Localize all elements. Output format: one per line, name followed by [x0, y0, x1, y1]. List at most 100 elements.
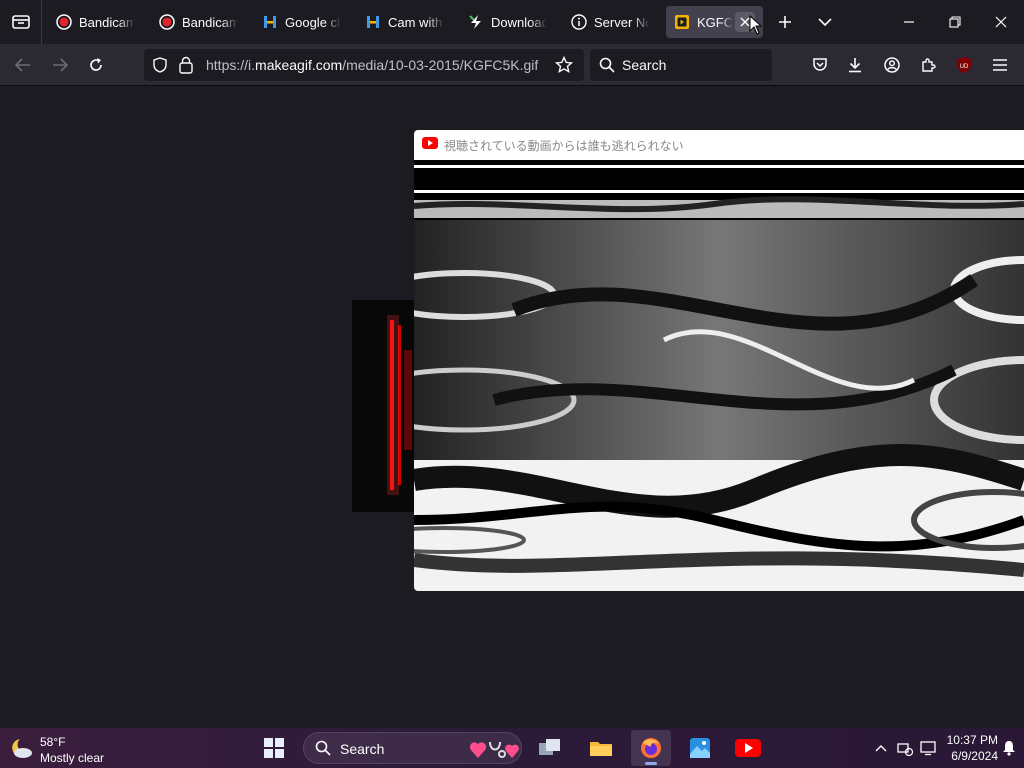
navigation-toolbar: https://i.makeagif.com/media/10-03-2015/… — [0, 44, 1024, 86]
new-tab-button[interactable] — [771, 8, 799, 36]
search-icon — [315, 740, 331, 761]
minimize-button[interactable] — [886, 0, 932, 44]
video-title-bar: 視聴されている動画からは誰も逃れられない — [414, 130, 1024, 160]
tab-bandicam-1[interactable]: Bandicam — [48, 6, 148, 38]
url-text[interactable]: https://i.makeagif.com/media/10-03-2015/… — [206, 57, 538, 73]
lightning-icon — [468, 14, 484, 30]
tab-title: Server Not — [594, 14, 650, 30]
app-menu-button[interactable] — [985, 50, 1015, 80]
puzzle-icon — [922, 58, 936, 72]
task-view-button[interactable] — [530, 730, 570, 766]
firefox-view-icon — [11, 15, 30, 29]
tab-title: Download — [491, 14, 547, 30]
gif-side-frame — [352, 300, 416, 512]
taskbar-search-box[interactable]: Search — [303, 732, 522, 764]
chevron-down-icon — [818, 18, 832, 27]
search-bar[interactable]: Search — [590, 49, 772, 81]
tracking-protection-shield-icon[interactable] — [152, 57, 168, 78]
folder-icon — [590, 742, 612, 756]
ublock-origin-button[interactable]: UD — [949, 50, 979, 80]
account-button[interactable] — [877, 50, 907, 80]
tab-server-not-found[interactable]: Server Not — [563, 6, 663, 38]
network-status-button[interactable] — [896, 728, 914, 768]
taskbar: 58°F Mostly clear Search 10:37 PM 6/9/20… — [0, 728, 1024, 768]
firefox-taskbar-button[interactable] — [631, 730, 671, 766]
info-icon — [571, 14, 587, 30]
video-frame[interactable] — [414, 160, 1024, 591]
start-button[interactable] — [254, 730, 294, 766]
youtube-icon — [422, 136, 438, 154]
bookmark-star-button[interactable] — [554, 55, 574, 79]
clock-date: 6/9/2024 — [951, 749, 998, 763]
pocket-icon — [813, 58, 827, 71]
photos-icon — [690, 738, 710, 758]
minimize-icon — [904, 21, 914, 23]
tab-google-ch[interactable]: Google ch — [254, 6, 354, 38]
tab-download[interactable]: Download — [460, 6, 560, 38]
tab-title: Bandicam — [79, 14, 135, 30]
monitor-icon — [920, 741, 936, 756]
task-view-icon — [539, 739, 560, 755]
page-content: 視聴されている動画からは誰も逃れられない — [0, 86, 1024, 730]
account-icon — [884, 57, 900, 73]
restore-button[interactable] — [932, 0, 978, 44]
reload-button[interactable] — [81, 50, 111, 80]
url-domain: makeagif.com — [255, 57, 343, 73]
tab-bandicam-2[interactable]: Bandicam — [151, 6, 251, 38]
hamburger-menu-icon — [993, 59, 1007, 71]
close-window-button[interactable] — [978, 0, 1024, 44]
extensions-button[interactable] — [913, 50, 943, 80]
close-icon — [995, 16, 1007, 28]
weather-description: Mostly clear — [40, 751, 105, 765]
plus-icon — [779, 16, 791, 28]
mouse-cursor-icon — [749, 15, 763, 35]
youtube-app-button[interactable] — [728, 730, 768, 766]
firefox-view-button[interactable] — [0, 0, 42, 44]
display-settings-button[interactable] — [918, 728, 938, 768]
chevron-up-icon — [875, 745, 887, 752]
tab-cam-with[interactable]: Cam with — [357, 6, 457, 38]
downloads-button[interactable] — [840, 50, 870, 80]
windows-logo-icon — [264, 738, 284, 758]
show-hidden-icons-button[interactable] — [872, 728, 890, 768]
tab-title: Cam with — [388, 14, 443, 30]
arrow-left-icon — [15, 58, 30, 72]
bandicam-record-icon — [159, 14, 175, 30]
download-icon — [849, 58, 861, 73]
url-bar[interactable]: https://i.makeagif.com/media/10-03-2015/… — [144, 49, 584, 81]
lock-icon[interactable] — [179, 56, 193, 79]
video-popup-window[interactable]: 視聴されている動画からは誰も逃れられない — [414, 130, 1024, 591]
reload-icon — [90, 58, 102, 71]
tab-title: Google ch — [285, 14, 341, 30]
hubspot-icon — [365, 14, 381, 30]
moon-cloud-icon — [8, 736, 34, 765]
video-glitch-image — [414, 160, 1024, 591]
pocket-button[interactable] — [805, 50, 835, 80]
video-title: 視聴されている動画からは誰も逃れられない — [444, 138, 684, 153]
arrow-right-icon — [53, 58, 68, 72]
tab-title: KGFC5K — [697, 14, 733, 30]
bandicam-record-icon — [56, 14, 72, 30]
network-disconnected-icon — [897, 743, 913, 756]
clock-time: 10:37 PM — [946, 733, 998, 747]
hubspot-icon — [262, 14, 278, 30]
weather-temperature: 58°F — [40, 735, 66, 749]
search-highlight-hearts-icon — [469, 738, 520, 765]
back-button[interactable] — [8, 50, 38, 80]
firefox-icon — [641, 738, 661, 758]
file-explorer-button[interactable] — [581, 730, 621, 766]
restore-icon — [949, 16, 961, 28]
system-clock[interactable]: 10:37 PM 6/9/2024 — [942, 732, 998, 764]
search-icon — [599, 57, 615, 78]
photos-app-button[interactable] — [680, 730, 720, 766]
search-placeholder: Search — [622, 57, 667, 73]
notifications-button[interactable] — [1000, 728, 1018, 768]
url-path: /media/10-03-2015/KGFC5K.gif — [342, 57, 539, 73]
taskbar-search-placeholder: Search — [340, 741, 385, 757]
forward-button[interactable] — [45, 50, 75, 80]
url-prefix: https://i. — [206, 57, 256, 73]
ublock-shield-icon: UD — [957, 57, 971, 73]
star-icon — [554, 55, 574, 74]
list-all-tabs-button[interactable] — [811, 8, 839, 36]
weather-widget[interactable]: 58°F Mostly clear — [6, 732, 126, 765]
